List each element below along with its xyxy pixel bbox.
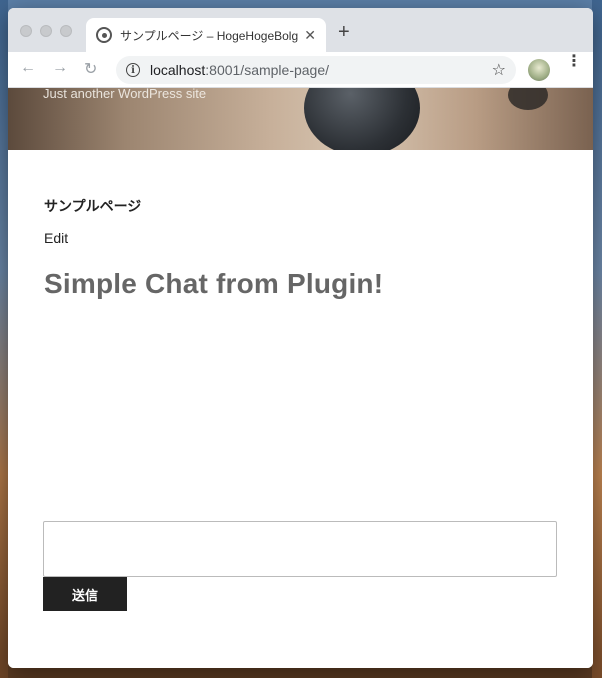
send-button[interactable]: 送信	[43, 577, 127, 611]
new-tab-button[interactable]: +	[338, 21, 350, 44]
browser-toolbar: ← → ↻ i localhost:8001/sample-page/ ☆ ⋮	[8, 52, 593, 88]
header-object-decoration	[508, 88, 548, 110]
tab-close-icon[interactable]: ✕	[304, 27, 316, 44]
edit-link[interactable]: Edit	[44, 230, 68, 246]
browser-window: サンプルページ – HogeHogeBolg ✕ + ← → ↻ i local…	[8, 8, 593, 668]
desktop-background-left	[0, 0, 8, 678]
desktop-background-right	[592, 0, 602, 678]
maximize-window-button[interactable]	[60, 25, 72, 37]
info-icon[interactable]: i	[126, 63, 140, 77]
close-window-button[interactable]	[20, 25, 32, 37]
header-image: Just another WordPress site	[8, 88, 593, 150]
minimize-window-button[interactable]	[40, 25, 52, 37]
bookmark-star-icon[interactable]: ☆	[492, 60, 506, 80]
page-title: サンプルページ	[44, 198, 142, 214]
url-path: :8001/sample-page/	[205, 62, 330, 78]
browser-tab[interactable]: サンプルページ – HogeHogeBolg ✕	[86, 18, 326, 52]
tab-title: サンプルページ – HogeHogeBolg	[120, 28, 299, 43]
browser-titlebar: サンプルページ – HogeHogeBolg ✕ +	[8, 8, 593, 52]
url-text[interactable]: localhost:8001/sample-page/	[150, 62, 492, 78]
forward-arrow-icon[interactable]: →	[52, 59, 68, 77]
page-content: サンプルページ Edit Simple Chat from Plugin!	[8, 196, 593, 300]
header-sphere-decoration	[304, 88, 420, 150]
web-page: Just another WordPress site サンプルページ Edit…	[8, 88, 593, 668]
kebab-menu-icon[interactable]: ⋮	[566, 54, 582, 70]
chat-heading: Simple Chat from Plugin!	[44, 268, 384, 299]
url-host: localhost	[150, 62, 206, 78]
reload-icon[interactable]: ↻	[84, 59, 97, 79]
wordpress-favicon-icon	[96, 27, 112, 43]
site-description: Just another WordPress site	[43, 88, 207, 101]
back-arrow-icon[interactable]: ←	[20, 59, 36, 77]
chat-message-input[interactable]	[43, 521, 557, 577]
address-bar[interactable]: i localhost:8001/sample-page/ ☆	[116, 56, 516, 84]
profile-avatar[interactable]	[528, 59, 550, 81]
window-controls	[20, 25, 72, 37]
